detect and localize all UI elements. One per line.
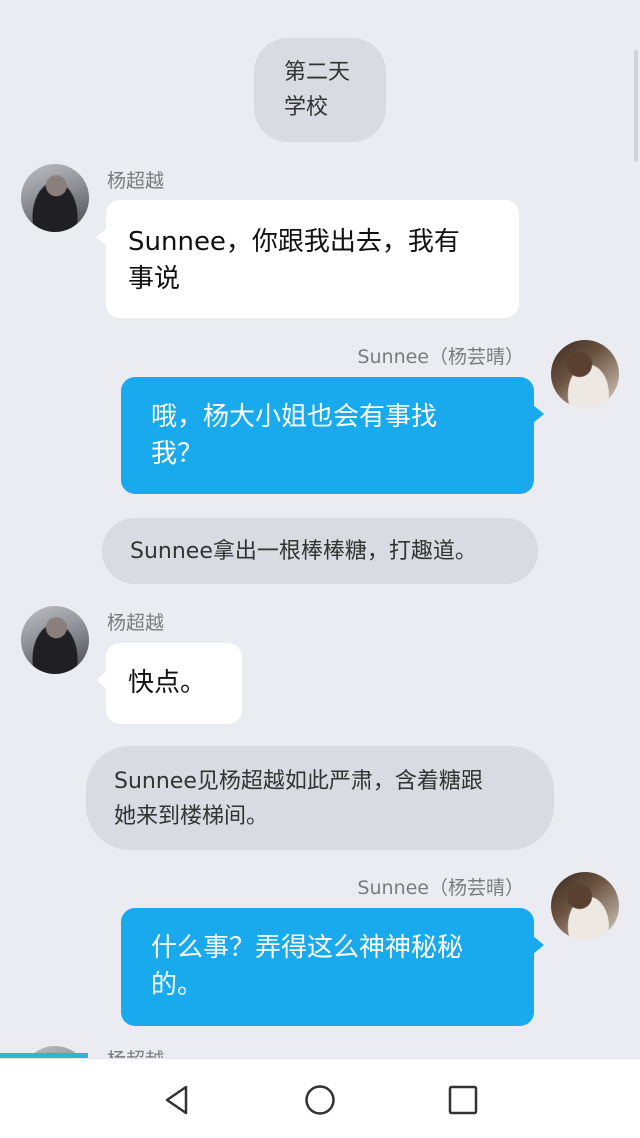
avatar-yangchaoyue[interactable] bbox=[21, 164, 89, 232]
sender-name: 杨超越 bbox=[107, 170, 165, 192]
sender-name: 杨超越 bbox=[107, 1048, 164, 1058]
message-bubble[interactable]: Sunnee，你跟我出去，我有 事说 bbox=[96, 200, 519, 318]
message-bubble[interactable]: 什么事？弄得这么神神秘秘 的。 bbox=[121, 908, 544, 1026]
avatar-sunnee[interactable] bbox=[551, 872, 619, 940]
home-icon[interactable] bbox=[303, 1083, 337, 1117]
chat-area[interactable]: 第二天 学校 杨超越 Sunnee，你跟我出去，我有 事说 Sunnee（杨芸晴… bbox=[0, 0, 640, 1058]
navigation-bar bbox=[0, 1058, 640, 1138]
sender-name: Sunnee（杨芸晴） bbox=[357, 346, 524, 368]
avatar-yangchaoyue[interactable] bbox=[21, 606, 89, 674]
message-text: Sunnee，你跟我出去，我有 事说 bbox=[128, 227, 460, 294]
message-text: 什么事？弄得这么神神秘秘 的。 bbox=[151, 933, 464, 1000]
message-bubble[interactable]: 快点。 bbox=[96, 643, 242, 724]
narration-bubble: Sunnee见杨超越如此严肃，含着糖跟 她来到楼梯间。 bbox=[86, 746, 554, 850]
recents-icon[interactable] bbox=[446, 1083, 480, 1117]
time-label: 第二天 学校 bbox=[254, 38, 386, 142]
message-text: 快点。 bbox=[128, 668, 207, 698]
scrollbar[interactable] bbox=[634, 50, 638, 162]
message-text: 哦，杨大小姐也会有事找 我？ bbox=[151, 402, 438, 469]
sender-name: 杨超越 bbox=[107, 612, 165, 634]
narration-bubble: Sunnee拿出一根棒棒糖，打趣道。 bbox=[102, 518, 538, 584]
avatar-sunnee[interactable] bbox=[551, 340, 619, 408]
back-icon[interactable] bbox=[160, 1083, 194, 1117]
message-bubble[interactable]: 哦，杨大小姐也会有事找 我？ bbox=[121, 377, 544, 494]
sender-name: Sunnee（杨芸晴） bbox=[357, 877, 524, 899]
